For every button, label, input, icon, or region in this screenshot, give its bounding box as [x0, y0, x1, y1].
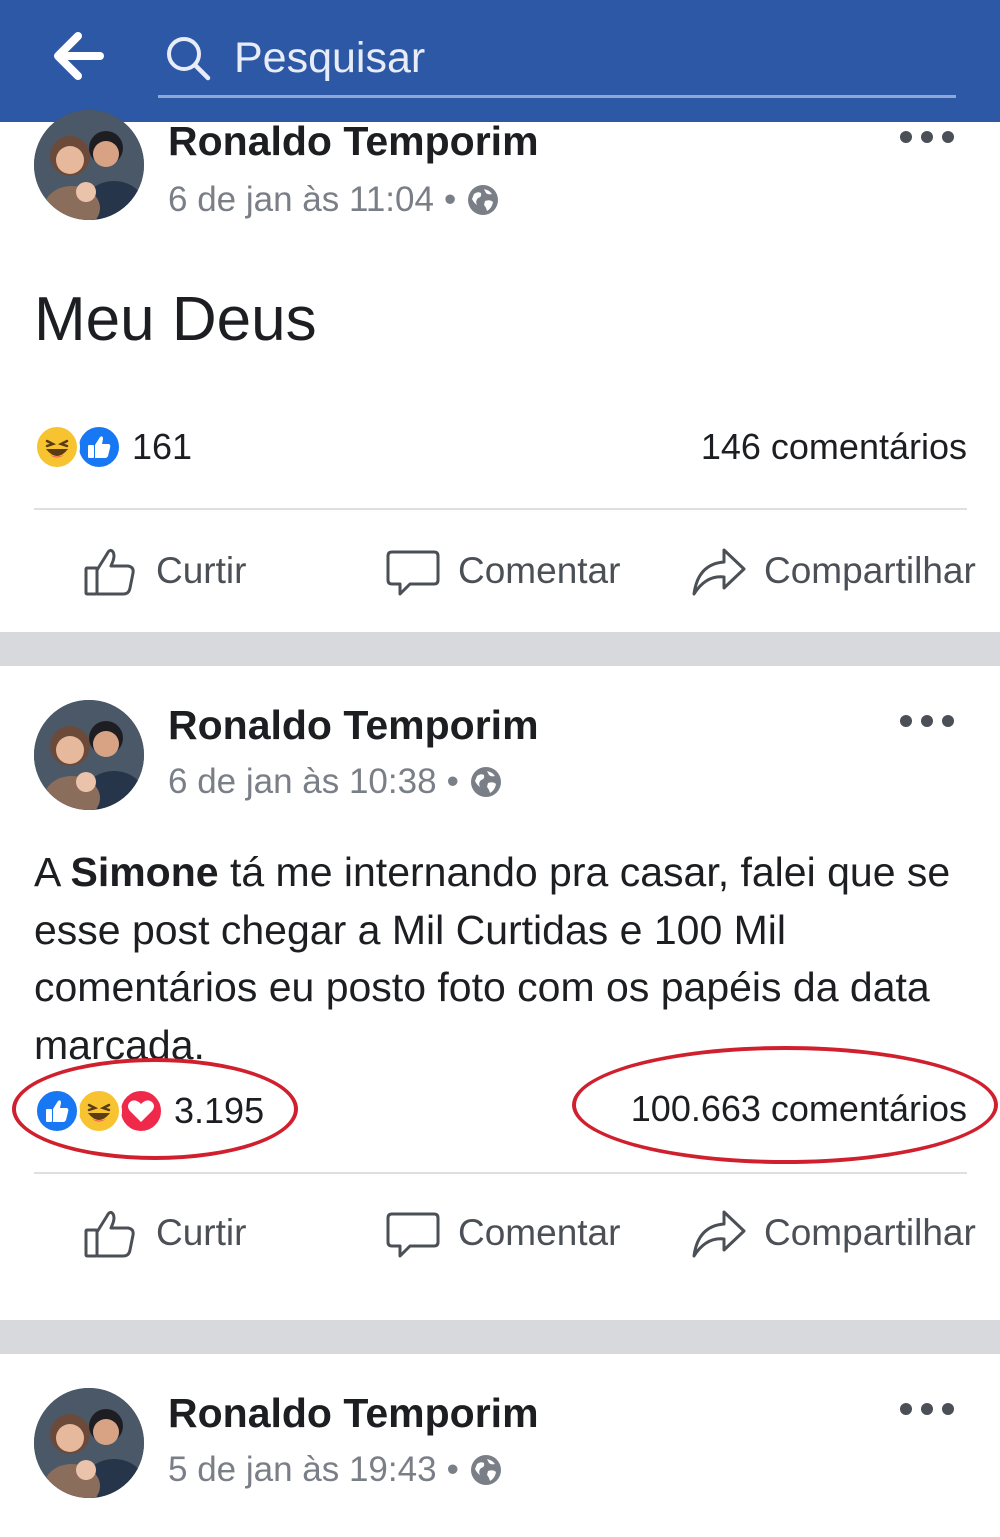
globe-icon	[470, 767, 501, 797]
comment-label: Comentar	[458, 550, 621, 591]
post: Ronaldo Temporim 6 de jan às 10:38 • A S…	[0, 666, 1000, 1320]
top-bar: Pesquisar	[0, 0, 1000, 122]
share-button[interactable]: Compartilhar	[690, 536, 976, 606]
post-author[interactable]: Ronaldo Temporim	[168, 118, 539, 165]
avatar[interactable]	[34, 700, 144, 810]
comment-icon	[386, 1212, 440, 1258]
post-timestamp[interactable]: 6 de jan às 11:04	[168, 180, 434, 220]
reactions-summary[interactable]: 161	[34, 424, 192, 470]
meta-separator: •	[446, 1450, 459, 1489]
share-button[interactable]: Compartilhar	[690, 1198, 976, 1268]
haha-reaction-icon	[76, 1088, 122, 1134]
more-options-icon[interactable]	[900, 706, 954, 736]
divider	[34, 508, 967, 510]
thumbs-up-icon	[84, 1210, 135, 1258]
back-arrow-icon[interactable]	[50, 30, 106, 82]
post-actions: Curtir Comentar Compartilhar	[0, 1198, 1000, 1268]
thumbs-up-icon	[84, 548, 135, 596]
post-author[interactable]: Ronaldo Temporim	[168, 702, 539, 749]
globe-icon	[468, 185, 499, 215]
search-underline	[158, 95, 956, 98]
comment-button[interactable]: Comentar	[384, 536, 620, 606]
like-reaction-icon	[34, 1088, 80, 1134]
post-text-prefix: A	[34, 849, 71, 895]
post-timestamp[interactable]: 5 de jan às 19:43	[168, 1450, 437, 1490]
comment-button[interactable]: Comentar	[384, 1198, 620, 1268]
post-meta: 6 de jan às 11:04 •	[168, 180, 500, 220]
share-icon	[692, 548, 746, 596]
reaction-count: 161	[132, 426, 193, 467]
divider	[34, 1172, 967, 1174]
mention-link[interactable]: Simone	[70, 849, 218, 895]
post: Ronaldo Temporim 5 de jan às 19:43 •	[0, 1354, 1000, 1537]
comments-count[interactable]: 100.663 comentários	[631, 1088, 967, 1130]
post-meta: 5 de jan às 19:43 •	[168, 1450, 503, 1490]
like-button[interactable]: Curtir	[82, 536, 246, 606]
like-reaction-icon	[76, 424, 122, 470]
like-label: Curtir	[156, 550, 247, 591]
comments-count[interactable]: 146 comentários	[701, 426, 967, 468]
more-options-icon[interactable]	[900, 122, 954, 152]
share-icon	[692, 1210, 746, 1258]
like-label: Curtir	[156, 1212, 247, 1253]
search-icon	[164, 34, 212, 82]
avatar[interactable]	[34, 1388, 144, 1498]
like-button[interactable]: Curtir	[82, 1198, 246, 1268]
comment-label: Comentar	[458, 1212, 621, 1253]
share-label: Compartilhar	[764, 1212, 976, 1253]
post: Ronaldo Temporim 6 de jan às 11:04 • Meu…	[0, 110, 1000, 632]
feed-separator	[0, 632, 1000, 666]
post-text: A Simone tá me internando pra casar, fal…	[34, 844, 974, 1074]
post-meta: 6 de jan às 10:38 •	[168, 762, 503, 802]
globe-icon	[470, 1455, 501, 1485]
comment-icon	[386, 550, 440, 596]
reaction-count: 3.195	[174, 1090, 265, 1131]
post-timestamp[interactable]: 6 de jan às 10:38	[168, 762, 437, 802]
post-actions: Curtir Comentar Compartilhar	[0, 536, 1000, 606]
share-label: Compartilhar	[764, 550, 976, 591]
search-input[interactable]: Pesquisar	[234, 28, 425, 88]
news-feed: Ronaldo Temporim 6 de jan às 11:04 • Meu…	[0, 110, 1000, 1537]
meta-separator: •	[443, 180, 457, 219]
meta-separator: •	[446, 762, 459, 801]
love-reaction-icon	[118, 1088, 164, 1134]
haha-reaction-icon	[34, 424, 80, 470]
search-bar[interactable]: Pesquisar	[158, 22, 956, 98]
avatar[interactable]	[34, 110, 144, 220]
reactions-summary[interactable]: 3.195	[34, 1088, 264, 1134]
feed-separator	[0, 1320, 1000, 1354]
post-author[interactable]: Ronaldo Temporim	[168, 1390, 539, 1437]
post-text: Meu Deus	[34, 285, 317, 354]
more-options-icon[interactable]	[900, 1394, 954, 1424]
